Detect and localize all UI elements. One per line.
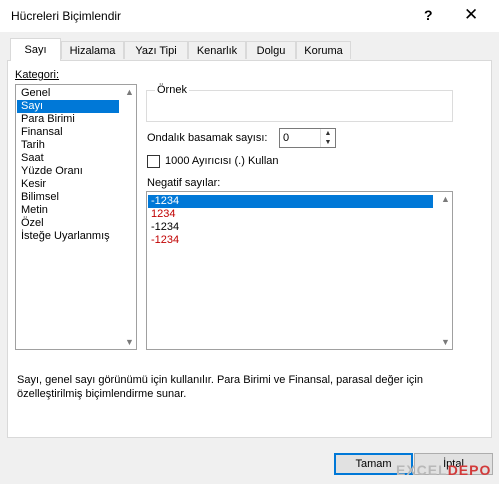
scroll-up-icon[interactable]: ▲ xyxy=(441,194,450,204)
tab-koruma[interactable]: Koruma xyxy=(296,41,351,59)
category-label: Kategori: xyxy=(15,69,59,81)
tab-dolgu[interactable]: Dolgu xyxy=(246,41,296,59)
tab-hizalama[interactable]: Hizalama xyxy=(61,41,124,59)
category-item[interactable]: Metin xyxy=(17,204,119,217)
close-button[interactable]: ✕ xyxy=(464,5,478,25)
category-item[interactable]: Finansal xyxy=(17,126,119,139)
category-label-text: Kategori: xyxy=(15,69,60,81)
dialog-title: Hücreleri Biçimlendir xyxy=(11,9,122,23)
negative-format-item-selected[interactable]: -1234 xyxy=(148,195,433,208)
thousands-separator-label: 1000 Ayırıcısı (.) Kullan xyxy=(165,155,279,167)
decimal-places-label: Ondalık basamak sayısı: xyxy=(147,132,268,144)
category-item-selected[interactable]: Sayı xyxy=(17,100,119,113)
stepper-up-icon[interactable]: ▲ xyxy=(321,129,335,138)
tab-kenarlik[interactable]: Kenarlık xyxy=(188,41,246,59)
category-item[interactable]: Saat xyxy=(17,152,119,165)
negative-format-item[interactable]: -1234 xyxy=(148,221,433,234)
category-item[interactable]: Para Birimi xyxy=(17,113,119,126)
title-bar: Hücreleri Biçimlendir ? ✕ xyxy=(0,0,499,32)
decimal-places-input[interactable]: 0 xyxy=(283,132,289,144)
sample-group: Örnek xyxy=(146,84,453,122)
tab-yazi-tipi[interactable]: Yazı Tipi xyxy=(124,41,188,59)
watermark-logo: EXCELDEPO xyxy=(396,462,491,478)
watermark-part2: DEPO xyxy=(447,462,492,478)
scroll-down-icon[interactable]: ▼ xyxy=(125,337,134,347)
tab-sayi[interactable]: Sayı xyxy=(10,38,61,61)
category-item[interactable]: Özel xyxy=(17,217,119,230)
scroll-up-icon[interactable]: ▲ xyxy=(125,87,134,97)
category-item[interactable]: Genel xyxy=(17,87,119,100)
description-text: Sayı, genel sayı görünümü için kullanılı… xyxy=(17,374,423,400)
decimal-places-stepper[interactable]: 0 ▲ ▼ xyxy=(279,128,336,148)
category-item[interactable]: Tarih xyxy=(17,139,119,152)
stepper-buttons: ▲ ▼ xyxy=(320,129,335,147)
stepper-down-icon[interactable]: ▼ xyxy=(321,138,335,147)
category-scrollbar[interactable]: ▲ ▼ xyxy=(122,85,136,349)
sample-label: Örnek xyxy=(155,84,189,96)
category-item[interactable]: Yüzde Oranı xyxy=(17,165,119,178)
negative-numbers-list[interactable]: -1234 1234 -1234 -1234 ▲ ▼ xyxy=(146,191,453,350)
negative-format-item[interactable]: 1234 xyxy=(148,208,433,221)
watermark-part1: EXCEL xyxy=(396,462,448,478)
negative-format-item[interactable]: -1234 xyxy=(148,234,433,247)
category-item[interactable]: Kesir xyxy=(17,178,119,191)
category-item[interactable]: İsteğe Uyarlanmış xyxy=(17,230,119,243)
category-list[interactable]: Genel Sayı Para Birimi Finansal Tarih Sa… xyxy=(15,84,137,350)
category-item[interactable]: Bilimsel xyxy=(17,191,119,204)
help-button[interactable]: ? xyxy=(424,7,433,23)
negative-scrollbar[interactable]: ▲ ▼ xyxy=(438,192,452,349)
negative-numbers-label: Negatif sayılar: xyxy=(147,177,221,189)
scroll-down-icon[interactable]: ▼ xyxy=(441,337,450,347)
thousands-separator-checkbox[interactable] xyxy=(147,155,160,168)
